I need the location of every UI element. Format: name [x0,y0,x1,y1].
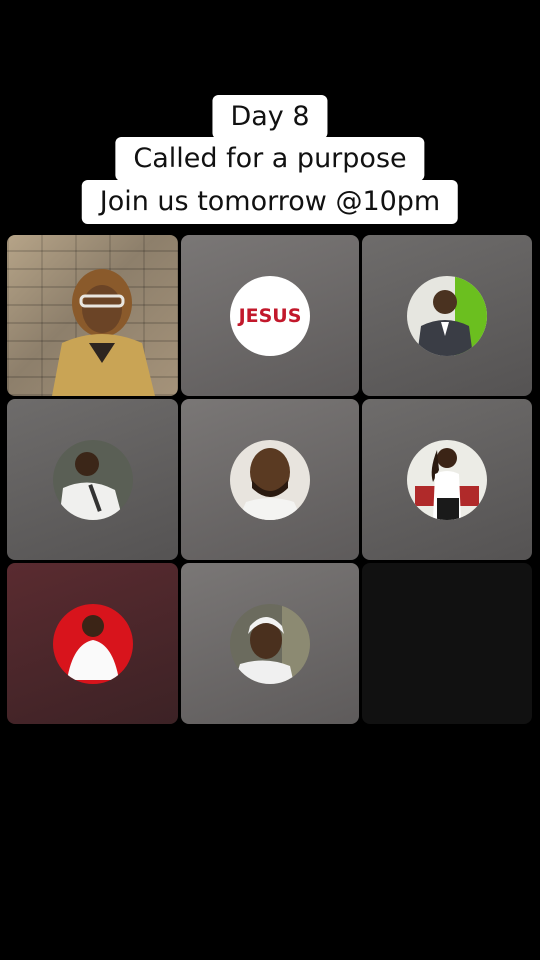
avatar [407,275,487,356]
participant-tile[interactable] [362,235,532,396]
empty-tile [362,563,532,724]
avatar [52,603,133,684]
participant-tile-video[interactable] [7,235,178,396]
avatar [52,439,133,520]
caption-invite: Join us tomorrow @10pm [81,180,459,224]
presenter-video-frame [52,269,155,396]
caption-title: Called for a purpose [115,137,425,181]
participant-grid: JESUS [7,235,533,725]
participant-tile[interactable] [181,563,359,724]
avatar: JESUS [230,275,310,356]
avatar [230,439,310,520]
participant-tile[interactable] [7,399,178,560]
participant-tile[interactable] [362,399,532,560]
avatar [230,603,310,684]
caption-day: Day 8 [212,95,328,139]
participant-tile[interactable]: JESUS [181,235,359,396]
avatar [407,439,487,520]
participant-tile[interactable] [181,399,359,560]
avatar-badge-text: JESUS [238,304,302,327]
participant-tile[interactable] [7,563,178,724]
